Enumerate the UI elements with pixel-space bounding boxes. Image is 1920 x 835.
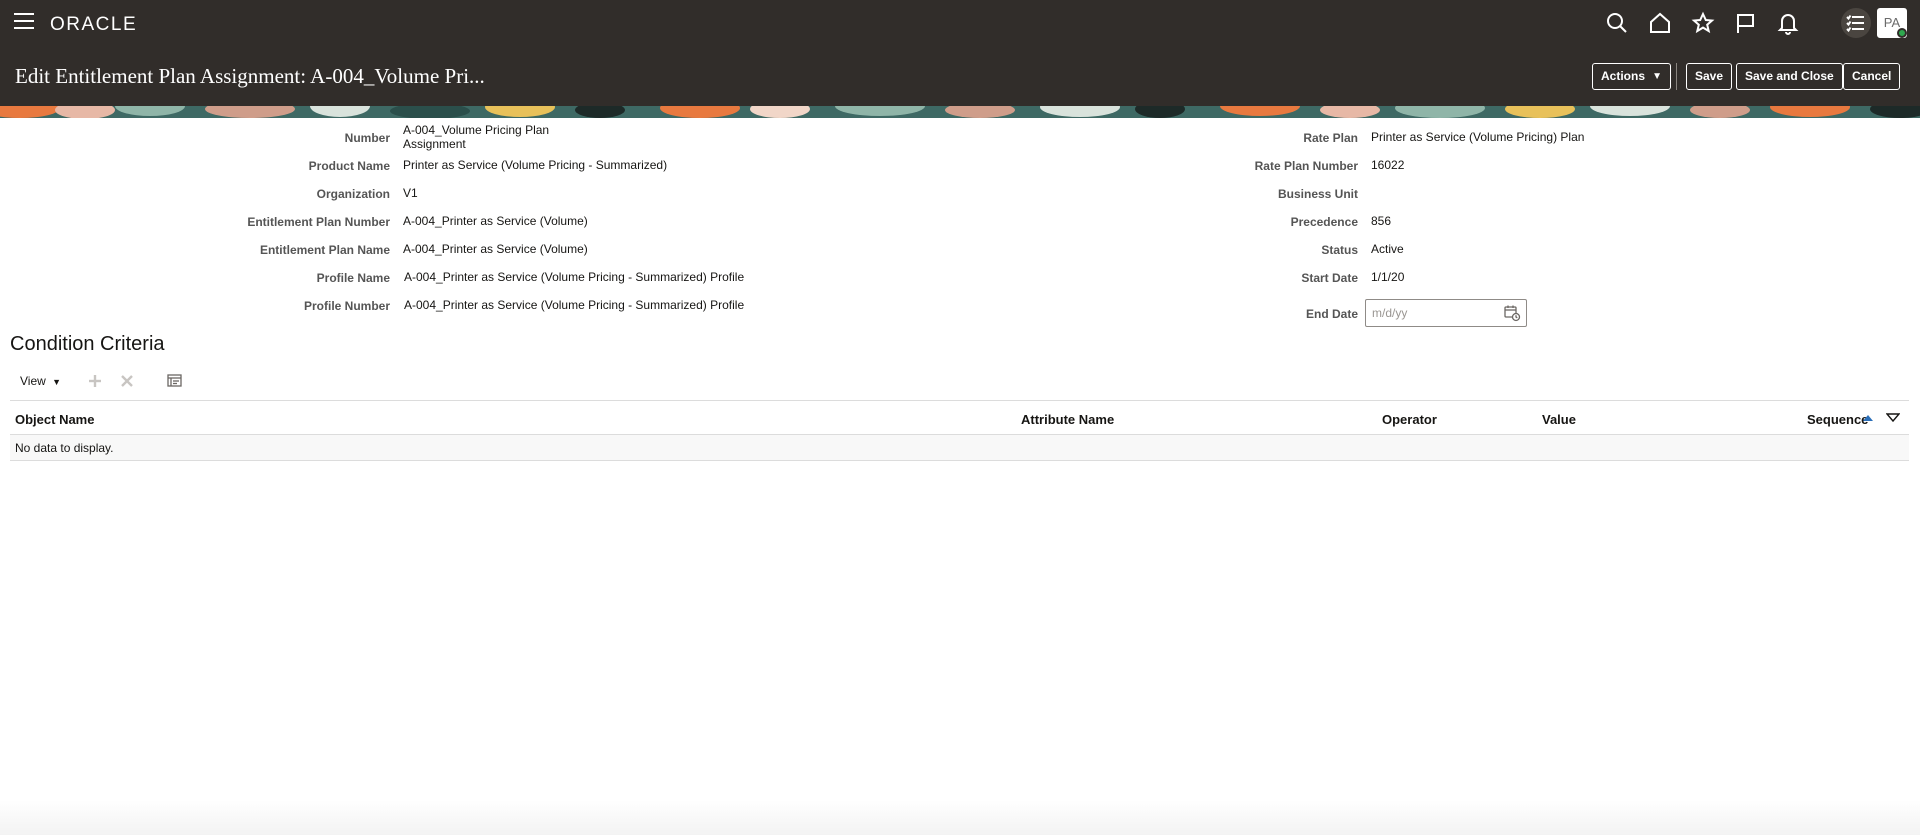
organization-value: V1 bbox=[403, 186, 418, 200]
chevron-down-icon: ▼ bbox=[52, 377, 62, 387]
save-button[interactable]: Save bbox=[1686, 63, 1733, 90]
organization-label: Organization bbox=[316, 187, 390, 201]
product-name-label: Product Name bbox=[308, 159, 390, 173]
status-value: Active bbox=[1371, 242, 1404, 256]
entitlement-plan-number-label: Entitlement Plan Number bbox=[247, 215, 390, 229]
column-header-operator[interactable]: Operator bbox=[1382, 412, 1437, 427]
precedence-label: Precedence bbox=[1290, 215, 1358, 229]
condition-criteria-title: Condition Criteria bbox=[10, 333, 165, 355]
profile-number-label: Profile Number bbox=[303, 299, 390, 313]
search-icon[interactable] bbox=[1605, 11, 1629, 35]
freeze-icon[interactable] bbox=[166, 372, 184, 390]
cancel-button[interactable]: Cancel bbox=[1843, 63, 1901, 90]
profile-name-label: Profile Name bbox=[316, 271, 390, 285]
delete-icon[interactable] bbox=[118, 372, 136, 390]
column-menu-icon[interactable] bbox=[1885, 411, 1901, 425]
start-date-label: Start Date bbox=[1301, 271, 1358, 285]
rate-plan-value: Printer as Service (Volume Pricing) Plan bbox=[1371, 130, 1585, 144]
sort-icon[interactable] bbox=[1862, 412, 1874, 424]
decorative-banner bbox=[0, 106, 1920, 118]
bell-icon[interactable] bbox=[1776, 11, 1800, 35]
global-header: ORACLE PA bbox=[0, 0, 1920, 46]
table-row: No data to display. bbox=[10, 435, 1909, 461]
column-header-object-name[interactable]: Object Name bbox=[15, 412, 94, 427]
business-unit-label: Business Unit bbox=[1277, 187, 1358, 201]
product-name-value: Printer as Service (Volume Pricing - Sum… bbox=[403, 158, 668, 172]
precedence-value: 856 bbox=[1371, 214, 1392, 228]
rate-plan-number-label: Rate Plan Number bbox=[1254, 159, 1358, 173]
number-value: A-004_Volume Pricing Plan Assignment bbox=[403, 123, 550, 151]
entitlement-plan-name-value: A-004_Printer as Service (Volume) bbox=[403, 242, 588, 256]
actions-label: Actions bbox=[1601, 69, 1646, 83]
column-header-attribute-name[interactable]: Attribute Name bbox=[1021, 412, 1114, 427]
star-icon[interactable] bbox=[1691, 11, 1715, 35]
entitlement-plan-name-label: Entitlement Plan Name bbox=[259, 243, 390, 257]
end-date-label: End Date bbox=[1305, 307, 1358, 321]
flag-icon[interactable] bbox=[1734, 11, 1758, 35]
status-indicator bbox=[1897, 28, 1907, 38]
page-header: Edit Entitlement Plan Assignment: A-004_… bbox=[0, 46, 1920, 106]
number-label: Number bbox=[344, 131, 390, 145]
add-icon[interactable] bbox=[86, 372, 104, 390]
profile-number-value: A-004_Printer as Service (Volume Pricing… bbox=[404, 298, 745, 312]
footer-shade bbox=[0, 800, 1920, 835]
view-menu[interactable]: View ▼ bbox=[20, 374, 61, 388]
actions-menu-button[interactable]: Actions ▼ bbox=[1592, 63, 1671, 90]
entitlement-plan-number-value: A-004_Printer as Service (Volume) bbox=[403, 214, 588, 228]
page-title: Edit Entitlement Plan Assignment: A-004_… bbox=[15, 64, 485, 88]
empty-table-message: No data to display. bbox=[15, 441, 114, 455]
chevron-down-icon: ▼ bbox=[1652, 71, 1662, 82]
rate-plan-number-value: 16022 bbox=[1371, 158, 1405, 172]
menu-icon[interactable] bbox=[14, 13, 34, 31]
column-header-value[interactable]: Value bbox=[1542, 412, 1576, 427]
rate-plan-label: Rate Plan bbox=[1303, 131, 1358, 145]
toolbar-separator bbox=[1676, 63, 1677, 90]
status-label: Status bbox=[1321, 243, 1358, 257]
view-menu-label: View bbox=[20, 374, 46, 388]
table-header: Object Name Attribute Name Operator Valu… bbox=[10, 400, 1909, 435]
save-and-close-button[interactable]: Save and Close bbox=[1736, 63, 1843, 90]
profile-name-value: A-004_Printer as Service (Volume Pricing… bbox=[404, 270, 745, 284]
home-icon[interactable] bbox=[1648, 11, 1672, 35]
task-list-icon[interactable] bbox=[1841, 8, 1871, 38]
oracle-logo[interactable]: ORACLE bbox=[50, 14, 137, 36]
start-date-value: 1/1/20 bbox=[1371, 270, 1405, 284]
calendar-icon[interactable] bbox=[1503, 304, 1521, 322]
